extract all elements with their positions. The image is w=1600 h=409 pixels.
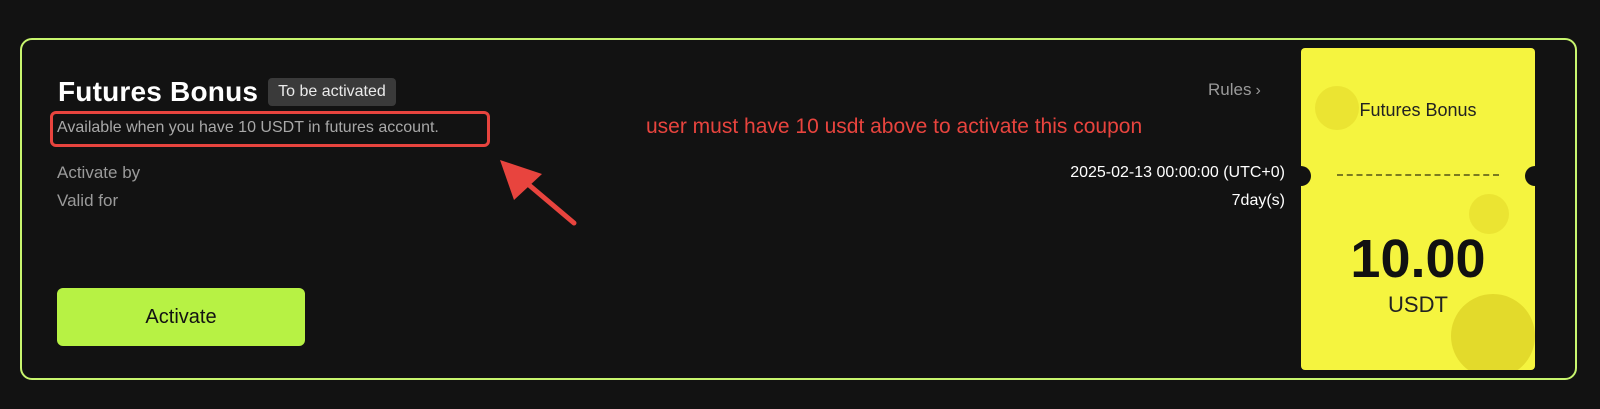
coupon-ticket: Futures Bonus 10.00 USDT <box>1301 48 1535 370</box>
coupon-unit: USDT <box>1388 292 1448 317</box>
status-badge: To be activated <box>268 78 396 106</box>
card-header: Futures Bonus To be activated <box>58 76 396 108</box>
coupon-divider <box>1337 174 1499 176</box>
rules-label: Rules <box>1208 80 1252 99</box>
activate-by-label: Activate by <box>57 163 141 182</box>
activation-condition: Available when you have 10 USDT in futur… <box>57 119 439 136</box>
annotation-note: user must have 10 usdt above to activate… <box>646 115 1143 138</box>
coupon-notch-right <box>1525 166 1535 186</box>
coupon-notch-left <box>1301 166 1311 186</box>
arrow-icon <box>500 160 577 226</box>
coupon-amount: 10.00 <box>1350 229 1486 289</box>
futures-bonus-card: Futures Bonus To be activated Rules › Ava… <box>20 38 1577 380</box>
valid-for-value: 7day(s) <box>1231 192 1285 209</box>
activate-by-value: 2025-02-13 00:00:00 (UTC+0) <box>1070 164 1285 181</box>
rules-link[interactable]: Rules › <box>1208 80 1261 100</box>
valid-for-label: Valid for <box>57 191 119 210</box>
chevron-right-icon: › <box>1255 82 1261 99</box>
activate-button[interactable]: Activate <box>57 288 305 346</box>
card-title: Futures Bonus <box>58 76 259 107</box>
coupon-title: Futures Bonus <box>1359 100 1477 120</box>
